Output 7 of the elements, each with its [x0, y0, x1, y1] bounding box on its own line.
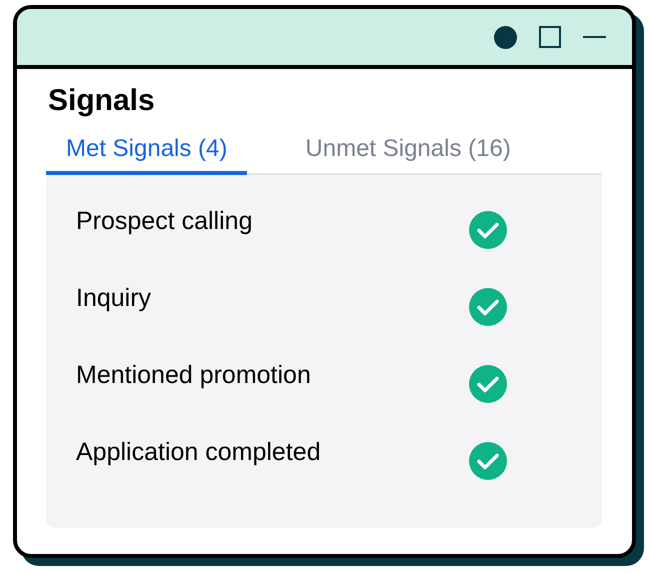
signal-name: Application completed	[76, 437, 322, 468]
window-title: Signals	[48, 83, 156, 119]
tab[interactable]: Unmet Signals (16)	[285, 133, 531, 175]
maximize-icon[interactable]	[539, 26, 561, 48]
signal-name: Prospect calling	[76, 206, 254, 237]
signal-name: Mentioned promotion	[76, 360, 312, 391]
signal-name: Inquiry	[76, 283, 152, 314]
